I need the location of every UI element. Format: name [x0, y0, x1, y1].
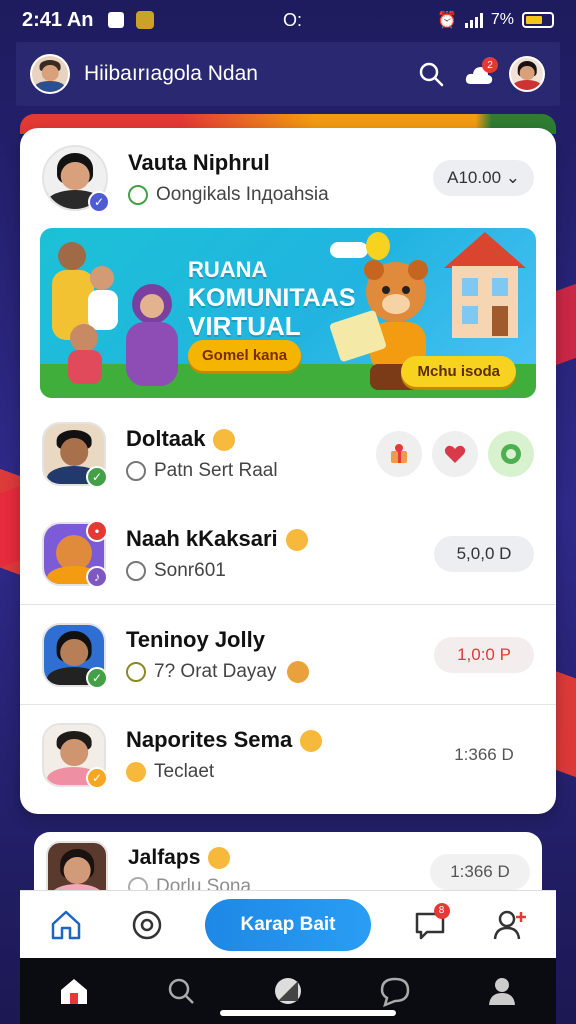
profile-button[interactable] [508, 55, 546, 93]
compass-icon [132, 910, 161, 939]
list-item-actions [376, 431, 534, 477]
list-avatar: ✓ [42, 722, 108, 789]
audio-badge-icon: ♪ [86, 566, 108, 588]
list-avatar: • ♪ [42, 520, 108, 588]
profile-subtitle: Oongikals Inдoahsia [156, 184, 329, 205]
community-banner[interactable]: RUANA KOMUNITAAS VIRTUAL Gomel kana Mchu… [40, 228, 536, 398]
verified-badge-icon: ✓ [86, 766, 108, 789]
smile-emoji-icon [213, 429, 236, 452]
list-avatar: ✓ [42, 422, 108, 488]
tab-messages[interactable]: 8 [408, 902, 452, 947]
user-icon [489, 978, 516, 1005]
header-title: Hiibaırıagola Ndan [84, 62, 258, 85]
list-item[interactable]: • ♪ Naah kKaksari Sonr601 5,0,0 D [20, 504, 556, 604]
list-item-name: Doltaak [126, 426, 376, 452]
emoji-icon [208, 847, 231, 870]
banner-cta-left[interactable]: Gomel kana [188, 340, 302, 371]
verified-badge-icon: ✓ [88, 191, 110, 213]
discover-icon [274, 978, 301, 1004]
chat-icon [380, 977, 410, 1007]
system-nav-bar [20, 958, 556, 1024]
list-item-value[interactable]: 1,0:0 P [434, 636, 534, 673]
status-bar: 2:41 An O: ⏰ 7% [0, 0, 576, 40]
nav-chat[interactable] [373, 969, 417, 1013]
chat-button[interactable] [488, 431, 534, 477]
community-icon [128, 185, 148, 205]
list-item[interactable]: ✓ Teninoy Jolly 7? Orat Dayay 1,0:0 P [20, 604, 556, 704]
balance-dropdown[interactable]: A10.00 ⌄ [433, 160, 534, 196]
bottom-tab-bar: Karap Bait 8 [20, 890, 556, 958]
add-user-icon [493, 910, 526, 939]
emoji-icon [286, 660, 309, 683]
verified-badge-icon: ✓ [86, 666, 108, 689]
list-item-name: Naporites Sema [126, 727, 434, 753]
list-item-subtitle: Patn Sert Raal [154, 460, 278, 481]
status-time: 2:41 An [22, 8, 94, 31]
search-icon [419, 62, 444, 87]
clock-icon [126, 561, 146, 581]
notification-badge: 2 [482, 57, 498, 73]
emoji-icon [300, 729, 323, 752]
smile-emoji-icon [126, 761, 146, 782]
shield-icon [135, 11, 154, 29]
profile-row[interactable]: ✓ Vauta Niphrul Oongikals Inдoahsia A10.… [20, 128, 556, 228]
message-badge: 8 [433, 902, 450, 919]
list-item-subtitle: Teclaet [154, 760, 215, 782]
list-item-name: Naah kKaksari [126, 526, 434, 552]
gift-icon [391, 444, 407, 463]
home-icon [60, 979, 87, 1004]
profile-name: Vauta Niphrul [128, 150, 270, 175]
alarm-icon: ⏰ [436, 12, 457, 29]
nav-home[interactable] [52, 969, 96, 1013]
tab-add-friend[interactable] [488, 903, 532, 947]
notification-badge-icon: • [86, 520, 108, 542]
list-item-name: Jalfaps [128, 846, 430, 870]
status-center-text: O: [283, 9, 303, 30]
list-item-subtitle: 7? Orat Dayay [154, 660, 277, 682]
nav-discover[interactable] [266, 969, 310, 1013]
battery-icon [522, 12, 554, 28]
search-button[interactable] [412, 55, 450, 93]
nav-profile[interactable] [480, 969, 524, 1013]
like-button[interactable] [432, 431, 478, 477]
list-item-value[interactable]: 5,0,0 D [434, 536, 534, 572]
list-item[interactable]: ✓ Doltaak Patn Sert Raal [20, 404, 556, 504]
gesture-bar[interactable] [220, 1010, 396, 1016]
emoji-icon [285, 529, 308, 552]
check-circle-icon [126, 461, 146, 481]
user-avatar[interactable] [30, 54, 70, 94]
verified-badge-icon: ✓ [86, 466, 108, 488]
status-right: ⏰ 7% [437, 10, 554, 30]
main-card: ✓ Vauta Niphrul Oongikals Inдoahsia A10.… [20, 128, 556, 814]
banner-cta-right[interactable]: Mchu isoda [401, 356, 516, 387]
home-icon [51, 910, 81, 939]
check-circle-icon [126, 661, 146, 682]
heart-icon [444, 445, 466, 463]
list-avatar: ✓ [42, 622, 108, 689]
notifications-button[interactable]: 2 [460, 55, 498, 93]
battery-percent: 7% [490, 11, 514, 28]
signal-icon [464, 12, 483, 28]
tab-explore[interactable] [125, 903, 169, 947]
app-header: Hiibaırıagola Ndan 2 [16, 42, 560, 106]
list-item-value[interactable]: 1:366 D [430, 854, 530, 890]
gift-button[interactable] [376, 431, 422, 477]
main-action-button[interactable]: Karap Bait [205, 898, 371, 951]
list-item[interactable]: ✓ Naporites Sema Teclaet 1:366 D [20, 704, 556, 804]
app-notification-icon [107, 12, 124, 28]
house-illustration [444, 232, 526, 338]
search-icon [168, 978, 194, 1004]
tab-home[interactable] [44, 903, 88, 947]
list-item-subtitle: Sonr601 [154, 560, 226, 581]
nav-search[interactable] [159, 969, 203, 1013]
list-item-value[interactable]: 1:366 D [434, 737, 534, 773]
list-item-name: Teninoy Jolly [126, 626, 265, 652]
chat-bubble-icon [501, 444, 521, 464]
profile-avatar [509, 56, 545, 92]
family-illustration [52, 242, 178, 386]
profile-avatar-large: ✓ [42, 145, 110, 213]
